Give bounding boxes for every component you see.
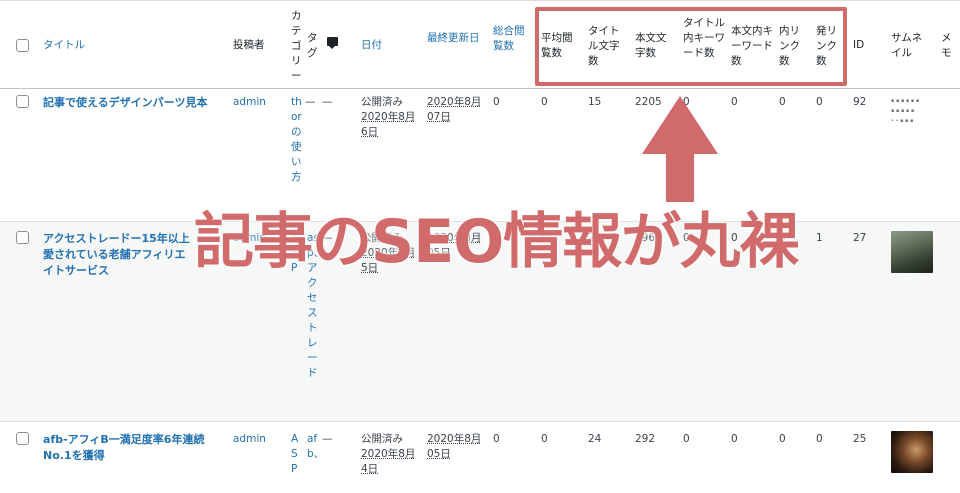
table-row: afb-アフィB一満足度率6年連続No.1を獲得 admin ASP afb、 … bbox=[0, 422, 960, 493]
post-comments: — bbox=[322, 433, 333, 445]
post-external-links: 1 bbox=[816, 232, 823, 244]
post-id: 92 bbox=[853, 96, 867, 108]
post-date-value: 2020年8月6日 bbox=[361, 111, 416, 138]
arrow-shaft bbox=[666, 150, 694, 202]
post-id: 25 bbox=[853, 433, 867, 445]
post-status: 公開済み bbox=[361, 433, 403, 445]
post-internal-links: 0 bbox=[779, 96, 786, 108]
overlay-caption: 記事のSEO情報が丸裸 bbox=[194, 207, 799, 277]
post-category[interactable]: thorの使い方 bbox=[291, 95, 303, 185]
post-date: 公開済み 2020年8月6日 bbox=[361, 95, 419, 140]
col-category: カテゴリー bbox=[291, 10, 302, 82]
post-date-value: 2020年8月4日 bbox=[361, 448, 416, 475]
arrow-up-icon bbox=[642, 96, 718, 154]
post-internal-links: 0 bbox=[779, 433, 786, 445]
col-memo: メモ bbox=[941, 32, 952, 59]
table-row: 記事で使えるデザインパーツ見本 admin thorの使い方 — — 公開済み … bbox=[0, 89, 960, 222]
col-title[interactable]: タイトル bbox=[43, 38, 85, 53]
post-body-chars: 292 bbox=[635, 433, 656, 445]
post-thumbnail bbox=[891, 231, 933, 273]
post-thumbnail: ▪ ▪ ▪ ▪ ▪ ▪ ▪ ▪ ▪ ▪ ▪ • • ▪ ▪ ▪ bbox=[891, 95, 933, 137]
row-checkbox[interactable] bbox=[16, 432, 29, 445]
post-external-links: 0 bbox=[816, 433, 823, 445]
post-status: 公開済み bbox=[361, 96, 403, 108]
post-modified: 2020年8月05日 bbox=[427, 433, 482, 460]
post-modified: 2020年8月07日 bbox=[427, 96, 482, 123]
post-avg-views: 0 bbox=[541, 96, 548, 108]
col-modified[interactable]: 最終更新日 bbox=[427, 31, 480, 46]
post-body-keywords: 0 bbox=[731, 433, 738, 445]
post-total-views: 0 bbox=[493, 96, 500, 108]
post-avg-views: 0 bbox=[541, 433, 548, 445]
post-comments: — bbox=[322, 96, 333, 108]
post-title-link[interactable]: アクセストレードー15年以上愛されている老舗アフィリエイトサービス bbox=[43, 231, 193, 279]
post-tag[interactable]: afb、 bbox=[307, 432, 324, 462]
post-tag: — bbox=[305, 96, 316, 108]
post-title-chars: 15 bbox=[588, 96, 602, 108]
post-author[interactable]: admin bbox=[233, 95, 266, 110]
post-external-links: 0 bbox=[816, 96, 823, 108]
comment-icon[interactable] bbox=[327, 37, 338, 49]
post-title-keywords: 0 bbox=[683, 433, 690, 445]
col-thumbnail: サムネイル bbox=[891, 32, 923, 59]
col-total-views[interactable]: 総合閲覧数 bbox=[493, 24, 525, 54]
col-id: ID bbox=[853, 39, 865, 51]
row-checkbox[interactable] bbox=[16, 95, 29, 108]
col-author: 投稿者 bbox=[233, 39, 265, 51]
col-date[interactable]: 日付 bbox=[361, 38, 382, 53]
post-category[interactable]: ASP bbox=[291, 432, 303, 477]
post-thumbnail bbox=[891, 431, 933, 473]
select-all-checkbox[interactable] bbox=[16, 39, 29, 52]
col-tag: タグ bbox=[307, 32, 318, 59]
row-checkbox[interactable] bbox=[16, 231, 29, 244]
post-title-link[interactable]: 記事で使えるデザインパーツ見本 bbox=[43, 95, 228, 111]
post-date: 公開済み 2020年8月4日 bbox=[361, 432, 419, 477]
post-total-views: 0 bbox=[493, 433, 500, 445]
post-id: 27 bbox=[853, 232, 867, 244]
seo-columns-highlight bbox=[535, 7, 847, 86]
post-author[interactable]: admin bbox=[233, 432, 266, 447]
post-title-chars: 24 bbox=[588, 433, 602, 445]
post-body-keywords: 0 bbox=[731, 96, 738, 108]
post-title-link[interactable]: afb-アフィB一満足度率6年連続No.1を獲得 bbox=[43, 432, 218, 464]
